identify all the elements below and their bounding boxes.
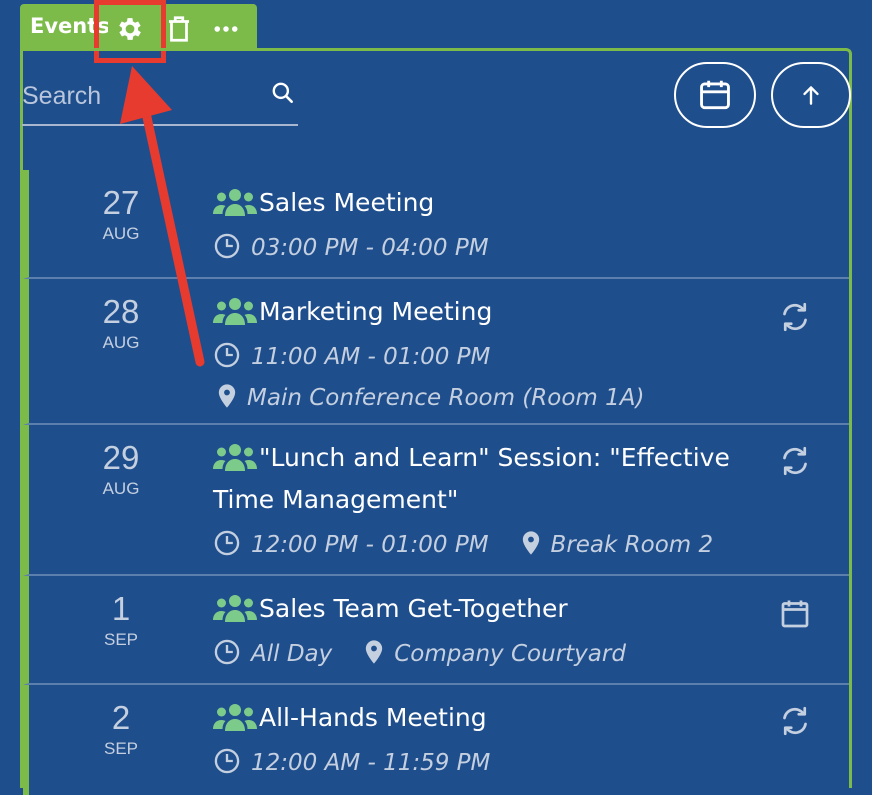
search-icon[interactable] [270, 80, 296, 106]
calendar-icon [700, 80, 730, 110]
people-icon [213, 298, 257, 325]
event-location-row: Main Conference Room (Room 1A) [213, 382, 644, 411]
event-title-text: All-Hands Meeting [259, 703, 487, 732]
event-time: 03:00 PM - 04:00 PM [251, 235, 489, 261]
clock-icon [214, 530, 240, 556]
clock-icon [214, 748, 240, 774]
recurring-icon [783, 706, 807, 736]
event-location: Break Room 2 [550, 532, 714, 558]
event-day: 1 [111, 590, 131, 627]
event-month: SEP [103, 739, 139, 758]
scroll-up-button[interactable] [771, 62, 851, 128]
event-meta: 12:00 AM - 11:59 PM [213, 747, 490, 776]
event-time: All Day [251, 641, 333, 667]
search-input[interactable] [22, 76, 252, 116]
calendar-view-button[interactable] [674, 62, 756, 128]
trash-icon[interactable] [164, 14, 194, 44]
event-meta: All Day Company Courtyard [213, 638, 626, 667]
clock-icon [214, 233, 240, 259]
event-title: All-Hands Meeting [213, 697, 753, 739]
event-day: 2 [111, 699, 131, 736]
event-day: 28 [102, 293, 140, 330]
event-title: Sales Team Get-Together [213, 588, 753, 630]
clock-icon [214, 639, 240, 665]
event-location: Main Conference Room (Room 1A) [247, 385, 645, 411]
recurring-icon [783, 446, 807, 476]
arrow-up-icon [803, 86, 819, 105]
event-month: SEP [103, 630, 139, 649]
people-icon [213, 189, 257, 216]
people-icon [213, 704, 257, 731]
clock-icon [214, 342, 240, 368]
event-day: 27 [102, 184, 140, 221]
event-title-text: Sales Team Get-Together [259, 594, 568, 623]
event-meta: 12:00 PM - 01:00 PM Break Room 2 [213, 529, 713, 558]
event-month: AUG [102, 333, 140, 352]
calendar-icon [781, 600, 809, 628]
event-title-text: Marketing Meeting [259, 297, 493, 326]
location-pin-icon [366, 640, 383, 664]
recurring-icon [783, 302, 807, 332]
more-icon[interactable] [211, 14, 241, 44]
event-time: 12:00 PM - 01:00 PM [251, 532, 489, 558]
event-title: Sales Meeting [213, 182, 753, 224]
event-meta: 11:00 AM - 01:00 PM [213, 341, 490, 370]
event-title-text: "Lunch and Learn" Session: "Effective Ti… [213, 443, 730, 514]
location-pin-icon [218, 384, 236, 408]
event-location: Company Courtyard [394, 641, 626, 667]
list-item[interactable]: 2 SEP All-Hands Meeting 12:00 AM - 11:59… [23, 685, 849, 795]
search-box [22, 70, 298, 126]
people-icon [213, 444, 257, 471]
event-title-text: Sales Meeting [259, 188, 435, 217]
list-item[interactable]: 29 AUG "Lunch and Learn" Session: "Effec… [23, 425, 849, 576]
event-meta: 03:00 PM - 04:00 PM [213, 232, 489, 261]
event-time: 12:00 AM - 11:59 PM [251, 750, 491, 776]
people-icon [213, 595, 257, 622]
event-month: AUG [102, 479, 140, 498]
event-day: 29 [102, 439, 140, 476]
event-title: Marketing Meeting [213, 291, 753, 333]
list-item[interactable]: 1 SEP Sales Team Get-Together All Day Com… [23, 576, 849, 685]
event-time: 11:00 AM - 01:00 PM [251, 344, 491, 370]
list-item[interactable]: 28 AUG Marketing Meeting 11:00 AM - 01:0… [23, 279, 849, 425]
event-title: "Lunch and Learn" Session: "Effective Ti… [213, 437, 733, 521]
location-pin-icon [522, 531, 539, 555]
list-item[interactable]: 27 AUG Sales Meeting 03:00 PM - 04:00 PM [23, 170, 849, 279]
event-month: AUG [102, 224, 140, 243]
